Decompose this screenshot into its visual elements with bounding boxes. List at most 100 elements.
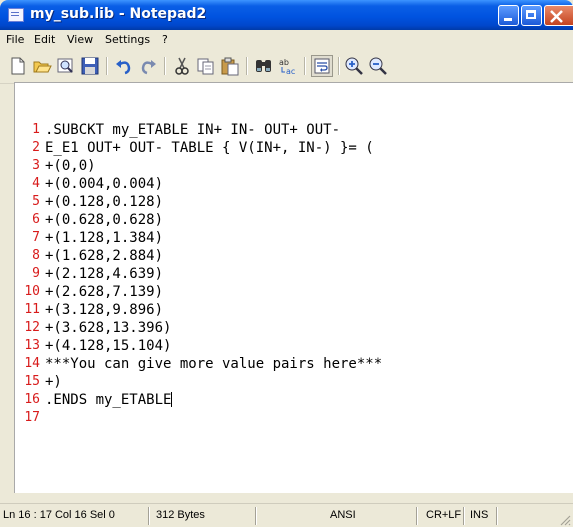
line-number: 1 [32,122,40,137]
open-button[interactable] [32,56,52,76]
line-number: 12 [24,320,40,335]
maximize-button[interactable] [521,5,542,26]
menu-edit[interactable]: Edit [34,33,55,46]
line-number: 6 [32,212,40,227]
copy-icon [197,58,214,75]
replace-button[interactable]: ab ac [278,56,298,76]
new-file-button[interactable] [8,56,28,76]
code-line[interactable]: 2 E_E1 OUT+ OUT- TABLE { V(IN+, IN-) }= ( [15,139,573,157]
file-size: 312 Bytes [156,509,205,521]
toolbar-separator [304,57,306,75]
status-bar: Ln 16 : 17 Col 16 Sel 0 312 Bytes ANSI C… [0,503,573,527]
find-file-icon [57,58,73,73]
line-number: 14 [24,356,40,371]
code-line[interactable]: 9 +(2.128,4.639) [15,265,573,283]
zoom-in-icon [345,57,363,75]
code-line[interactable]: 12 +(3.628,13.396) [15,319,573,337]
cut-icon [175,57,189,75]
text-caret [171,392,173,407]
toolbar: ab ac [0,48,573,84]
undo-button[interactable] [114,56,134,76]
menu-settings[interactable]: Settings [105,33,150,46]
line-text: ***You can give more value pairs here*** [45,356,383,372]
cursor-position: Ln 16 : 17 Col 16 Sel 0 [3,509,115,521]
browse-button[interactable] [56,56,76,76]
line-text: +(2.628,7.139) [45,284,164,300]
line-text: +(3.628,13.396) [45,320,172,336]
menu-view[interactable]: View [67,33,93,46]
menu-help[interactable]: ? [162,33,168,46]
code-line[interactable]: 14 ***You can give more value pairs here*… [15,355,573,373]
code-line[interactable]: 5 +(0.128,0.128) [15,193,573,211]
code-line[interactable]: 15 +) [15,373,573,391]
line-ending[interactable]: CR+LF [426,509,461,521]
status-separator [148,507,150,525]
line-text: .SUBCKT my_ETABLE IN+ IN- OUT+ OUT- [45,122,341,138]
line-text: +(4.128,15.104) [45,338,172,354]
line-number: 16 [24,392,40,407]
paste-icon [221,57,239,76]
find-button[interactable] [254,56,274,76]
minimize-icon [504,18,512,21]
svg-text:ab: ab [279,58,289,67]
code-line[interactable]: 6 +(0.628,0.628) [15,211,573,229]
svg-text:ac: ac [286,67,295,76]
line-text: +(0,0) [45,158,96,174]
close-button[interactable] [544,5,573,26]
replace-icon: abac [279,58,295,76]
line-number: 9 [32,266,40,281]
zoom-out-button[interactable] [368,56,388,76]
line-text-with-caret: .ENDS my_ETABLE [45,391,173,409]
code-line[interactable]: 1 .SUBCKT my_ETABLE IN+ IN- OUT+ OUT- [15,121,573,139]
line-number: 7 [32,230,40,245]
cut-button[interactable] [172,56,192,76]
code-line[interactable]: 11 +(3.128,9.896) [15,301,573,319]
zoom-in-button[interactable] [344,56,364,76]
line-number: 3 [32,158,40,173]
code-line[interactable]: 10 +(2.628,7.139) [15,283,573,301]
code-line[interactable]: 3 +(0,0) [15,157,573,175]
paste-button[interactable] [220,56,240,76]
line-text: E_E1 OUT+ OUT- TABLE { V(IN+, IN-) }= ( [45,140,374,156]
toolbar-separator [106,57,108,75]
close-icon [550,10,563,23]
line-text: .ENDS my_ETABLE [45,392,172,408]
code-line[interactable]: 8 +(1.628,2.884) [15,247,573,265]
code-line[interactable]: 16 .ENDS my_ETABLE [15,391,573,409]
save-button[interactable] [80,56,100,76]
status-separator [496,507,498,525]
code-line[interactable]: 4 +(0.004,0.004) [15,175,573,193]
toolbar-separator [246,57,248,75]
code-line[interactable]: 13 +(4.128,15.104) [15,337,573,355]
line-text: +) [45,374,62,390]
toolbar-separator [338,57,340,75]
menu-file[interactable]: File [6,33,24,46]
line-text: +(0.128,0.128) [45,194,164,210]
minimize-button[interactable] [498,5,519,26]
line-number: 5 [32,194,40,209]
line-text: +(1.128,1.384) [45,230,164,246]
word-wrap-button[interactable] [311,55,333,77]
code-line[interactable]: 17 [15,409,573,427]
line-number: 13 [24,338,40,353]
resize-grip-icon[interactable] [559,514,571,526]
save-icon [81,57,99,75]
word-wrap-icon [314,58,330,74]
line-number: 15 [24,374,40,389]
encoding[interactable]: ANSI [330,509,356,521]
text-editor[interactable]: 1 .SUBCKT my_ETABLE IN+ IN- OUT+ OUT- 2 E_… [14,82,573,493]
zoom-out-icon [369,57,387,75]
line-number: 17 [24,410,40,425]
code-line[interactable]: 7 +(1.128,1.384) [15,229,573,247]
line-text: +(0.004,0.004) [45,176,164,192]
new-file-icon [11,57,25,75]
notepad-app-icon[interactable] [8,8,24,22]
copy-button[interactable] [196,56,216,76]
line-text: +(2.128,4.639) [45,266,164,282]
line-text: +(3.128,9.896) [45,302,164,318]
maximize-icon [526,10,536,19]
insert-mode[interactable]: INS [470,509,488,521]
redo-button[interactable] [138,56,158,76]
title-bar[interactable]: my_sub.lib - Notepad2 [0,0,573,30]
line-number: 4 [32,176,40,191]
